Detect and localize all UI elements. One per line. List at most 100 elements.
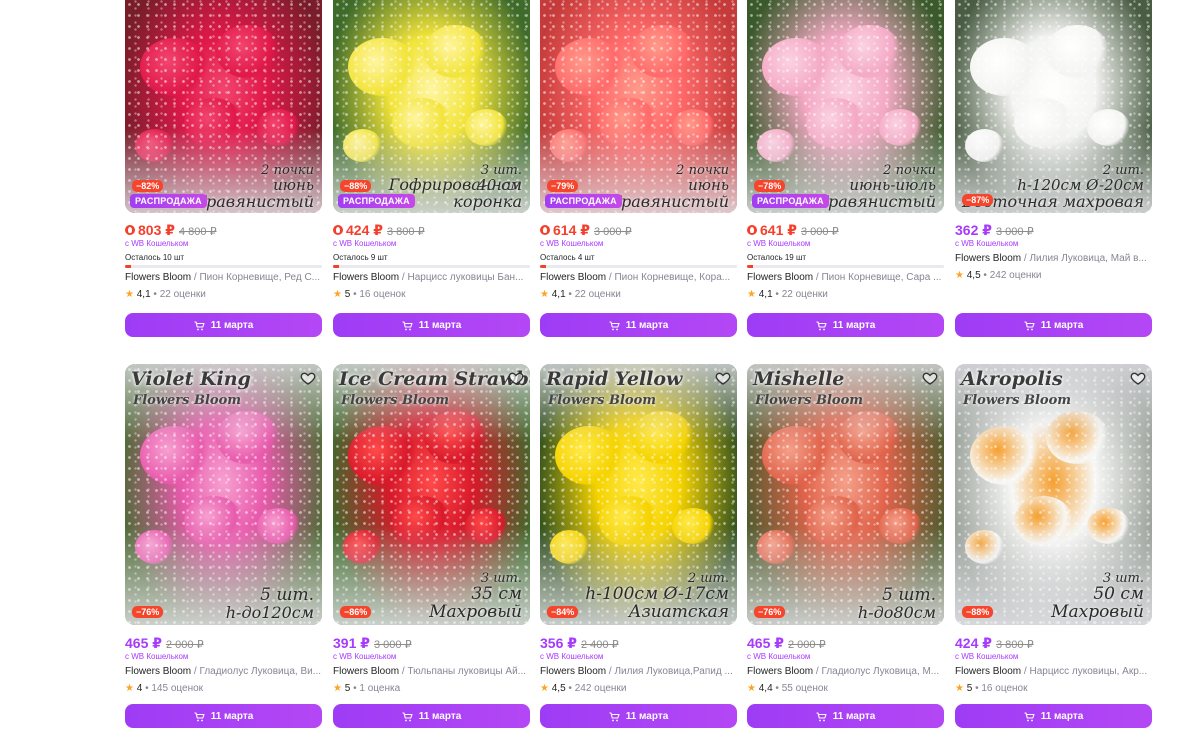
rating: ★ 4,1 • 22 оценки <box>125 289 206 300</box>
current-price: 391 ₽ <box>333 635 370 651</box>
star-icon: ★ <box>540 289 549 300</box>
overlay-text: Травянистый <box>195 191 314 211</box>
add-to-cart-button[interactable]: 11 марта <box>540 704 737 728</box>
cart-icon <box>816 711 827 721</box>
star-icon: ★ <box>540 683 549 694</box>
add-to-cart-button[interactable]: 11 марта <box>333 704 530 728</box>
review-count: 16 оценок <box>981 683 1028 694</box>
brand-name: Flowers Bloom <box>125 666 192 677</box>
product-name[interactable]: Flowers Bloom / Пион Корневище, Сара ... <box>747 272 944 283</box>
overlay-text: 40 см <box>477 175 522 194</box>
add-to-cart-button[interactable]: 11 марта <box>540 313 737 337</box>
old-price: 3 000 ₽ <box>594 226 632 238</box>
delivery-date: 11 марта <box>625 710 669 722</box>
overlay-text: июнь-июль <box>849 175 936 194</box>
sale-badge: РАСПРОДАЖА <box>752 194 829 208</box>
wallet-note: с WB Кошельком <box>955 239 1019 248</box>
product-name[interactable]: Flowers Bloom / Лилия Луковица,Рапид ... <box>540 666 737 677</box>
old-price: 3 000 ₽ <box>374 639 412 651</box>
dot-separator: • <box>772 289 782 300</box>
sale-badge: РАСПРОДАЖА <box>338 194 415 208</box>
overlay-text: Травянистый <box>817 191 936 211</box>
add-to-cart-button[interactable]: 11 марта <box>125 704 322 728</box>
product-image[interactable]: Гофрированная коронка 40 см 3 шт. −88% РАСПР… <box>333 0 530 213</box>
variety-title: Ice Cream Strawberry <box>339 368 530 390</box>
current-price: 356 ₽ <box>540 635 577 651</box>
product-image[interactable]: h-до120см 5 шт. Violet King Flowers Bloom −7… <box>125 364 322 625</box>
heart-icon[interactable] <box>1130 370 1146 386</box>
cart-icon <box>609 320 620 330</box>
product-desc: / Нарцисс луковицы, Акр... <box>1021 666 1148 677</box>
add-to-cart-button[interactable]: 11 марта <box>125 313 322 337</box>
brand-mark: Flowers Bloom <box>341 393 450 408</box>
price-row: 614 ₽ 3 000 ₽ <box>540 222 737 238</box>
price-row: 424 ₽ 3 800 ₽ <box>333 222 530 238</box>
product-image[interactable]: Травянистый июнь 2 почки −82% РАСПРОДАЖА <box>125 0 322 213</box>
review-count: 145 оценок <box>151 683 204 694</box>
product-name[interactable]: Flowers Bloom / Пион Корневище, Ред С... <box>125 272 322 283</box>
current-price: 465 ₽ <box>747 635 784 651</box>
add-to-cart-button[interactable]: 11 марта <box>955 313 1152 337</box>
heart-icon[interactable] <box>508 370 524 386</box>
overlay-text: 2 почки <box>883 162 936 178</box>
add-to-cart-button[interactable]: 11 марта <box>747 704 944 728</box>
current-price: 465 ₽ <box>125 635 162 651</box>
heart-icon[interactable] <box>715 370 731 386</box>
brand-name: Flowers Bloom <box>333 272 400 283</box>
dot-separator: • <box>980 270 990 281</box>
product-image[interactable]: Махровый35 см3 шт. Ice Cream Strawberry Fl… <box>333 364 530 625</box>
wallet-note: с WB Кошельком <box>333 239 397 248</box>
product-name[interactable]: Flowers Bloom / Гладиолус Луковица, М... <box>747 666 944 677</box>
cart-icon <box>609 711 620 721</box>
add-to-cart-button[interactable]: 11 марта <box>333 313 530 337</box>
old-price: 3 800 ₽ <box>387 226 425 238</box>
product-image[interactable]: Травянистый июнь 2 почки −79% РАСПРОДАЖА <box>540 0 737 213</box>
dot-separator: • <box>150 289 160 300</box>
fire-icon <box>540 225 550 235</box>
dot-separator: • <box>565 289 575 300</box>
product-image[interactable]: Азиатская h-100см Ø-17см 2 шт. Rapid Yellow… <box>540 364 737 625</box>
product-name[interactable]: Flowers Bloom / Гладиолус Луковица, Ви..… <box>125 666 322 677</box>
rating: ★ 4,5 • 242 оценки <box>540 683 626 694</box>
overlay-text: 5 шт. <box>882 584 936 605</box>
review-count: 1 оценка <box>359 683 401 694</box>
product-image[interactable]: h-до80см 5 шт. Mishelle Flowers Bloom −76% <box>747 364 944 625</box>
product-name[interactable]: Flowers Bloom / Лилия Луковица, Май в... <box>955 253 1152 264</box>
product-image[interactable]: Махровый 50 см 3 шт. Akropolis Flowers Bloom… <box>955 364 1152 625</box>
star-icon: ★ <box>747 683 756 694</box>
add-to-cart-button[interactable]: 11 марта <box>955 704 1152 728</box>
cart-icon <box>1024 320 1035 330</box>
discount-badge: −86% <box>340 606 372 618</box>
heart-icon[interactable] <box>922 370 938 386</box>
old-price: 2 000 ₽ <box>788 639 826 651</box>
wallet-note: с WB Кошельком <box>747 652 811 661</box>
brand-mark: Flowers Bloom <box>755 393 864 408</box>
price-row: 362 ₽ 3 000 ₽ <box>955 222 1152 238</box>
stock-bar <box>333 265 530 268</box>
review-count: 22 оценки <box>574 289 621 300</box>
product-name[interactable]: Flowers Bloom / Нарцисс луковицы, Акр... <box>955 666 1152 677</box>
sale-badge: РАСПРОДАЖА <box>130 194 207 208</box>
rating: ★ 4,5 • 242 оценки <box>955 270 1041 281</box>
stock-bar-fill <box>333 265 339 268</box>
product-image[interactable]: Восточная махровая h-120см Ø-20см 2 шт. −87… <box>955 0 1152 213</box>
rating: ★ 4,1 • 22 оценки <box>540 289 621 300</box>
old-price: 3 000 ₽ <box>801 226 839 238</box>
add-to-cart-button[interactable]: 11 марта <box>747 313 944 337</box>
stock-bar <box>125 265 322 268</box>
product-desc: / Тюльпаны луковицы Ай... <box>399 666 527 677</box>
discount-badge: −76% <box>132 606 164 618</box>
product-image[interactable]: Травянистый июнь-июль 2 почки −78% РАСПРОДАЖ… <box>747 0 944 213</box>
product-name[interactable]: Flowers Bloom / Нарцисс луковицы Бан... <box>333 272 530 283</box>
product-name[interactable]: Flowers Bloom / Тюльпаны луковицы Ай... <box>333 666 530 677</box>
variety-title: Akropolis <box>961 368 1063 390</box>
brand-name: Flowers Bloom <box>125 272 192 283</box>
brand-name: Flowers Bloom <box>333 666 400 677</box>
cart-icon <box>402 711 413 721</box>
current-price: 803 ₽ <box>138 222 175 238</box>
product-name[interactable]: Flowers Bloom / Пион Корневище, Кора... <box>540 272 737 283</box>
overlay-text: 2 шт. <box>687 570 729 586</box>
price-row: 465 ₽ 2 000 ₽ <box>747 635 944 651</box>
heart-icon[interactable] <box>300 370 316 386</box>
rating-value: 4,1 <box>136 289 151 300</box>
